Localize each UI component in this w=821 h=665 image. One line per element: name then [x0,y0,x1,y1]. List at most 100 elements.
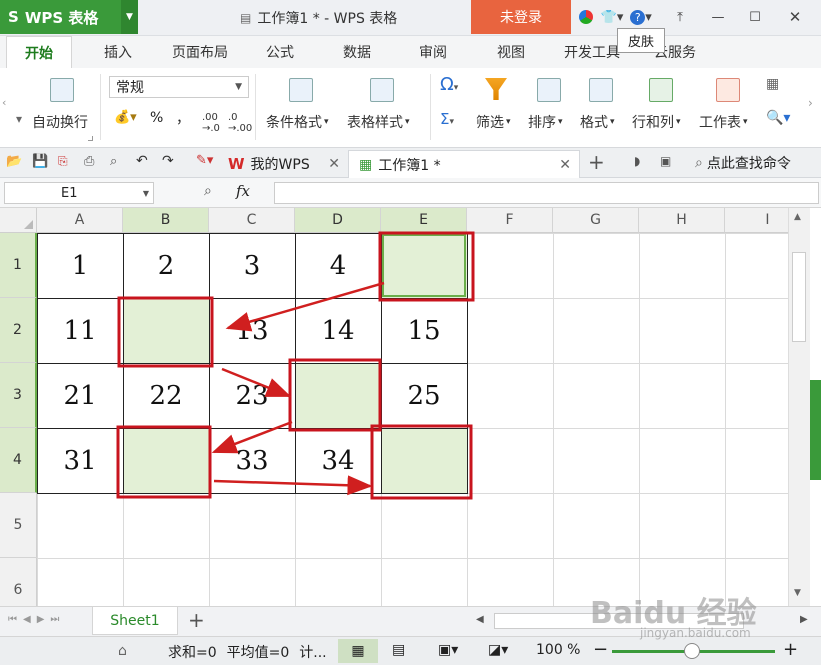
color-icon[interactable] [576,7,596,27]
tab-data[interactable]: 数据 [330,36,384,68]
maximize-icon[interactable]: ☐ [745,7,765,27]
ribbon-dropdown-icon[interactable]: ▾ [16,112,22,126]
formula-input[interactable] [274,182,819,204]
row-header-6[interactable]: 6 [0,558,37,606]
sheet-nav-icons[interactable]: ⏮◀▶⏭ [8,614,65,625]
wrap-text-icon[interactable] [50,78,74,102]
sum-icon[interactable]: Σ▾ [440,110,454,128]
format-icon[interactable] [589,78,613,102]
print-preview-icon[interactable]: ⌕ [110,154,117,169]
doc-tab-my-wps[interactable]: W 我的WPS ✕ [218,150,346,178]
vertical-scrollbar[interactable]: ▲ ▼ [788,208,810,606]
row-header-2[interactable]: 2 [0,298,37,363]
column-header-f[interactable]: F [467,208,553,233]
cell-b3[interactable]: 22 [123,363,209,428]
cell-e4[interactable] [381,428,467,493]
cell-b2[interactable] [123,298,209,363]
wrap-text-button[interactable]: 自动换行 [32,112,88,132]
doc-tab-workbook1[interactable]: ▦ 工作簿1 * ✕ [348,150,580,178]
column-header-c[interactable]: C [209,208,295,233]
page-layout-view-icon[interactable]: ▣▾ [438,642,458,658]
sort-icon[interactable] [537,78,561,102]
table-style-icon[interactable] [370,78,394,102]
add-sheet-icon[interactable]: + [188,608,205,632]
undo-icon[interactable]: ↶ [136,153,148,169]
row-col-button[interactable]: 行和列 ▾ [632,112,681,132]
cell-c2[interactable]: 13 [209,298,295,363]
vertical-scroll-thumb[interactable] [792,252,806,342]
tab-home[interactable]: 开始 [6,36,72,68]
decrease-decimal-icon[interactable]: .0 →.00 [228,112,252,134]
conditional-format-icon[interactable] [289,78,313,102]
column-header-e[interactable]: E [381,208,467,233]
comma-button[interactable]: ， [176,108,190,128]
cell-c3[interactable]: 23 [209,363,295,428]
close-tab-icon[interactable]: ✕ [559,157,579,173]
save-icon[interactable]: 💾 [32,154,48,169]
open-folder-icon[interactable]: 📂 [6,154,22,169]
cell-d3[interactable] [295,363,381,428]
tab-view[interactable]: 视图 [484,36,538,68]
filter-icon[interactable] [485,78,507,100]
skin-shirt-icon[interactable]: 👕▾ [600,7,624,27]
status-settings-icon[interactable]: ⌂ [118,643,127,659]
sheet-tab-sheet1[interactable]: Sheet1 [92,607,178,635]
tab-list-icon[interactable]: ▣ [660,154,671,168]
new-tab-icon[interactable]: + [588,150,605,174]
find-icon[interactable]: 🔍▾ [766,110,790,126]
tab-formula[interactable]: 公式 [255,36,305,68]
hscroll-right-icon[interactable]: ▶ [800,614,808,625]
cell-a4[interactable]: 31 [37,428,123,493]
cell-a1[interactable]: 1 [37,233,123,298]
cell-c1[interactable]: 3 [209,233,295,298]
wps-menu-button[interactable]: S WPS 表格 [0,0,121,34]
worksheet-button[interactable]: 工作表 ▾ [699,112,748,132]
format-button[interactable]: 格式 ▾ [580,112,615,132]
sort-button[interactable]: 排序 ▾ [528,112,563,132]
row-header-3[interactable]: 3 [0,363,37,428]
zoom-slider-thumb[interactable] [684,643,700,659]
column-header-h[interactable]: H [639,208,725,233]
close-icon[interactable]: ✕ [785,7,805,27]
print-icon[interactable]: ⎙ [84,154,94,169]
tab-page-layout[interactable]: 页面布局 [160,36,240,68]
symbol-icon[interactable]: Ω▾ [440,74,458,95]
minimize-icon[interactable]: — [708,7,728,27]
ribbon-scroll-left-icon[interactable]: ‹ [2,96,12,116]
cell-e3[interactable]: 25 [381,363,467,428]
row-col-icon[interactable] [649,78,673,102]
quick-access-more-icon[interactable]: ✎▾ [196,153,213,168]
row-header-4[interactable]: 4 [0,428,37,493]
help-icon[interactable]: ? ▾ [628,7,654,27]
zoom-formula-icon[interactable]: ⌕ [204,183,212,199]
cell-b1[interactable]: 2 [123,233,209,298]
conditional-format-button[interactable]: 条件格式 ▾ [266,112,329,132]
reading-mode-icon[interactable]: ◪▾ [488,642,508,658]
status-more[interactable]: 计... [299,642,326,662]
zoom-level[interactable]: 100 % [536,642,580,658]
hscroll-left-icon[interactable]: ◀ [476,614,484,625]
function-icon[interactable]: fx [236,182,250,200]
command-search[interactable]: ⌕ 点此查找命令 [695,153,791,173]
row-header-1[interactable]: 1 [0,233,37,298]
export-pdf-icon[interactable]: ⎘ [58,154,68,169]
tab-menu-icon[interactable]: ◗ [634,154,640,168]
column-header-g[interactable]: G [553,208,639,233]
name-box[interactable]: E1 ▼ [4,182,154,204]
cell-b4[interactable] [123,428,209,493]
tab-insert[interactable]: 插入 [90,36,146,68]
spreadsheet-grid[interactable]: ABCDEFGHI 123456 1 2 3 4 11 13 14 15 21 22 23 25 31 3… [0,208,810,606]
zoom-out-icon[interactable]: − [593,639,608,660]
percent-button[interactable]: % [150,110,163,126]
select-all-corner[interactable] [0,208,37,233]
scroll-up-icon[interactable]: ▲ [794,212,801,222]
column-header-b[interactable]: B [123,208,209,233]
ribbon-scroll-right-icon[interactable]: › [808,96,813,110]
tab-review[interactable]: 审阅 [406,36,460,68]
normal-view-icon[interactable]: ▦ [338,639,378,663]
cell-c4[interactable]: 33 [209,428,295,493]
table-style-button[interactable]: 表格样式 ▾ [347,112,410,132]
side-panel-toggle[interactable] [810,380,821,480]
page-break-view-icon[interactable]: ▤ [392,642,405,658]
scroll-down-icon[interactable]: ▼ [794,588,801,598]
